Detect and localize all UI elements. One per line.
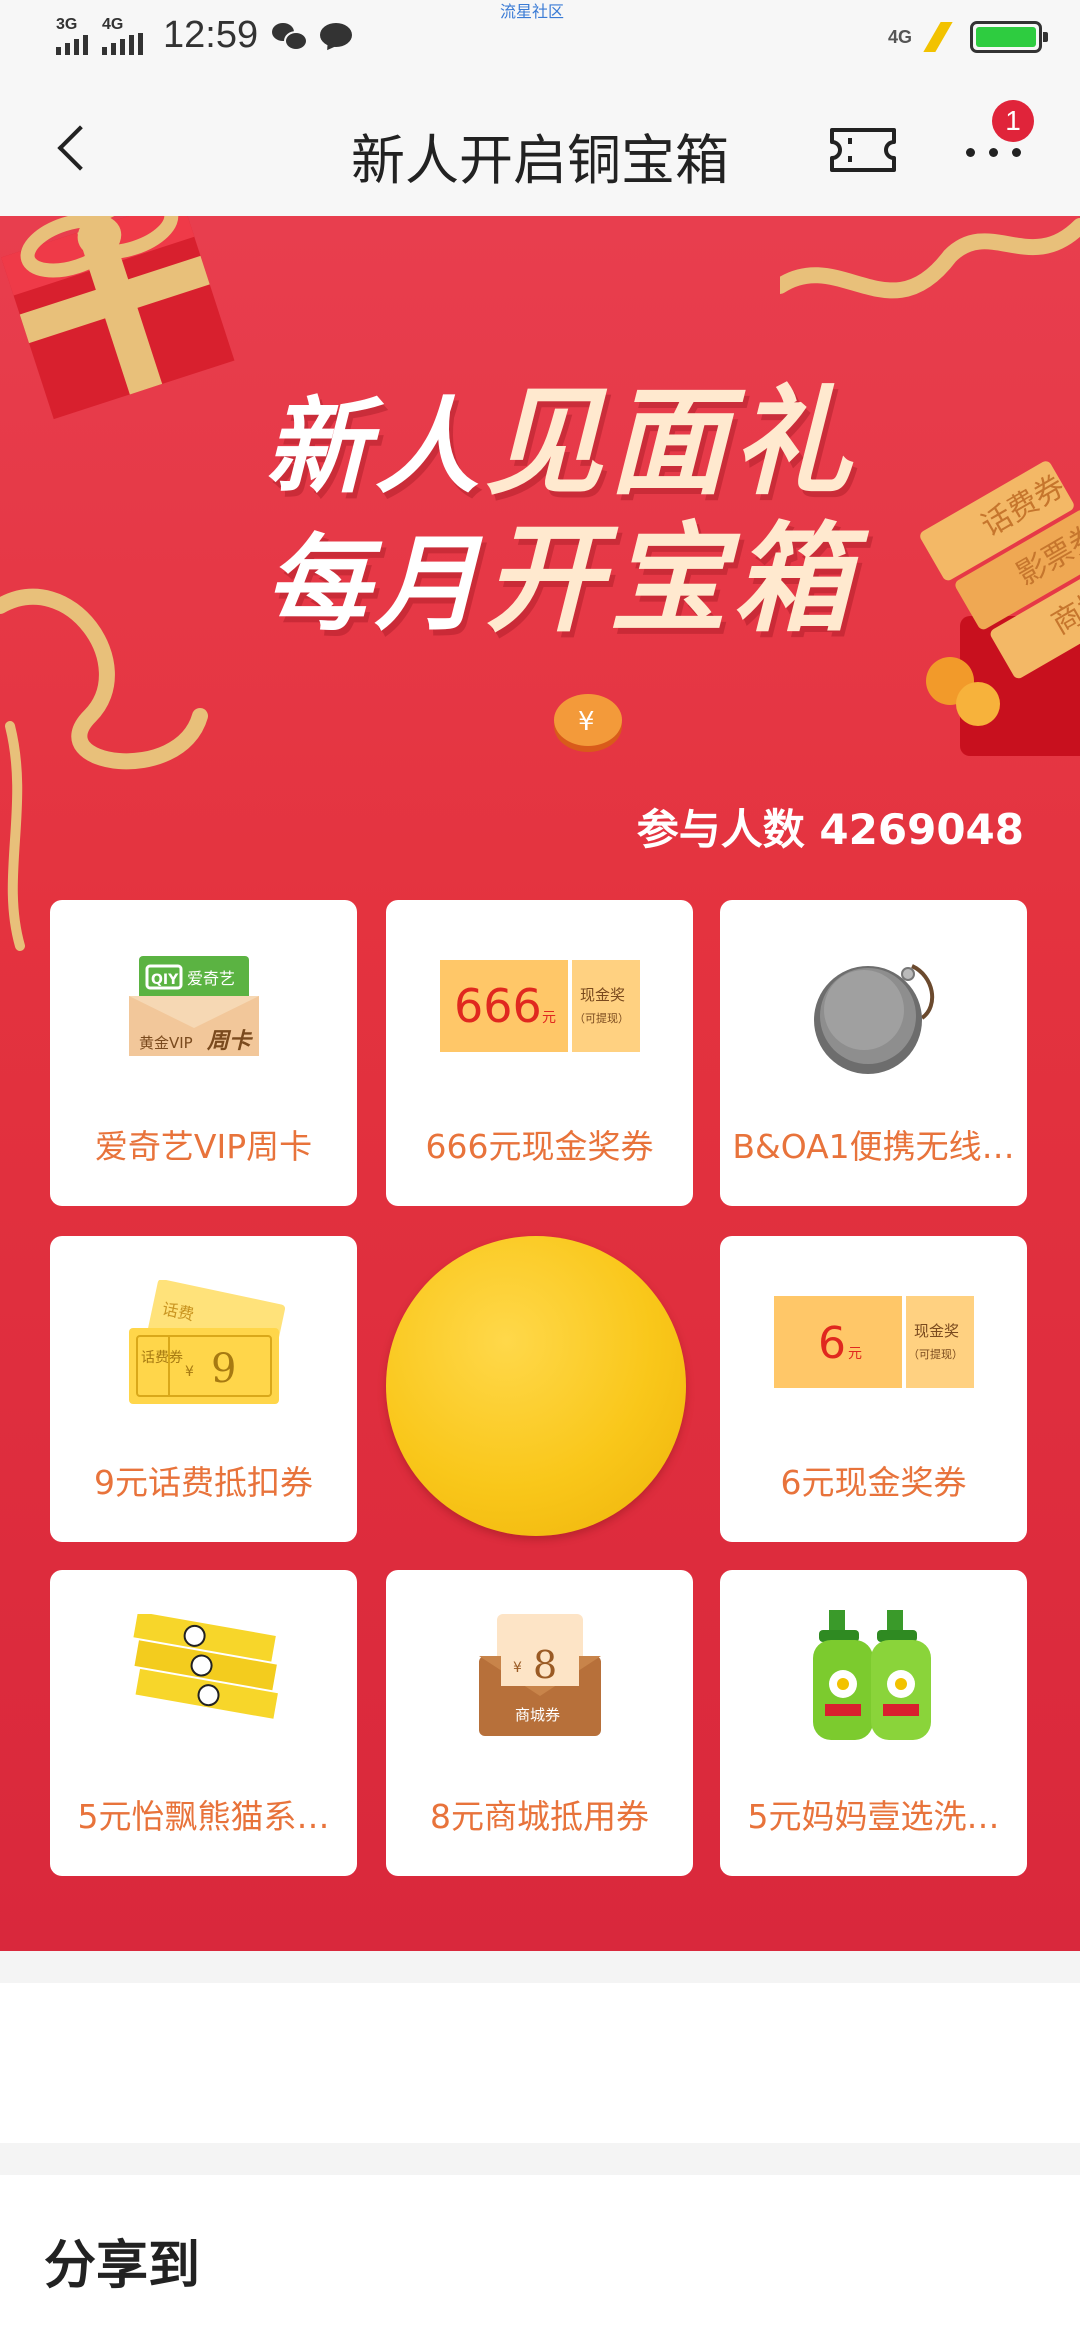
prize-label: 9元话费抵扣券: [94, 1463, 313, 1502]
headline-line-1: 新人见面礼: [265, 376, 865, 513]
prize-card-cash-666[interactable]: 666 元 现金奖 （可提现） 666元现金奖券: [386, 900, 693, 1206]
svg-text:元: 元: [542, 1010, 556, 1026]
status-center-text: 流星社区: [500, 2, 565, 21]
svg-text:现金奖: 现金奖: [580, 986, 625, 1004]
red-envelope-decoration: 话费券 影票券 商城券: [920, 461, 1080, 756]
signal-3g: 3G: [56, 15, 88, 55]
svg-text:话费券: 话费券: [141, 1350, 183, 1366]
svg-text:¥: ¥: [578, 707, 595, 737]
prize-grid: QIY 爱奇艺 黄金VIP 周卡 爱奇艺VIP周卡 666 元 现金奖 （可提现…: [50, 900, 1028, 1880]
more-button[interactable]: 1: [958, 100, 1038, 180]
battery-icon: [970, 21, 1048, 53]
prize-card-cash-6[interactable]: 6 元 现金奖 （可提现） 6元现金奖券: [720, 1236, 1027, 1542]
svg-text:¥: ¥: [513, 1660, 522, 1676]
headline-text: 新人: [265, 386, 486, 508]
message-icon: [320, 21, 354, 51]
prize-label: 爱奇艺VIP周卡: [94, 1127, 313, 1166]
headline: 新人见面礼 每月开宝箱: [265, 376, 865, 650]
prize-label: B&OA1便携无线…: [732, 1127, 1015, 1166]
svg-text:周卡: 周卡: [206, 1029, 253, 1054]
svg-text:爱奇艺: 爱奇艺: [187, 969, 235, 988]
svg-text:8: 8: [533, 1643, 557, 1687]
signal-bars-icon: [56, 33, 88, 55]
share-title: 分享到: [44, 2236, 201, 2296]
svg-text:¥: ¥: [185, 1364, 194, 1380]
svg-text:（可提现）: （可提现）: [574, 1012, 629, 1025]
headline-text: 开宝箱: [485, 510, 858, 648]
svg-text:现金奖: 现金奖: [914, 1322, 959, 1340]
network-4g-label: 4G: [887, 26, 912, 47]
svg-text:6: 6: [818, 1318, 846, 1369]
svg-text:666: 666: [454, 979, 542, 1033]
prize-label: 5元妈妈壹选洗…: [747, 1797, 1000, 1836]
charging-bolt-icon: [926, 20, 956, 54]
prize-card-mall-voucher[interactable]: ¥ 8 商城券 8元商城抵用券: [386, 1570, 693, 1876]
iqiyi-vip-card-icon: QIY 爱奇艺 黄金VIP 周卡: [128, 956, 259, 1056]
prize-label: 666元现金奖券: [425, 1127, 654, 1166]
participant-count: 参与人数 4269048: [636, 805, 1024, 854]
gift-box-decoration: [1, 216, 235, 420]
status-left: 3G 4G 12:59: [56, 14, 354, 57]
clock: 12:59: [163, 14, 259, 56]
headline-text: 每月: [265, 523, 486, 645]
svg-text:商城券: 商城券: [515, 1706, 560, 1724]
notification-badge: 1: [992, 100, 1034, 142]
signal-4g-label: 4G: [102, 15, 124, 33]
prize-card-hand-wash[interactable]: 5元妈妈壹选洗…: [720, 1570, 1027, 1876]
svg-text:元: 元: [848, 1346, 862, 1362]
tissue-pack-icon: [132, 1614, 278, 1719]
hero-banner: 话费券 影票券 商城券 ¥ 新人见面礼 每月开宝箱 参与人数 4269048 Q…: [0, 216, 1080, 1951]
battery-fill: [976, 27, 1036, 47]
page-title: 新人开启铜宝箱: [351, 129, 729, 192]
phone-bill-coupon-icon: 话费 话费券 ¥ 9: [128, 1280, 285, 1404]
ticket-icon: [830, 128, 896, 172]
bluetooth-speaker-icon: [813, 964, 934, 1074]
prize-label: 5元怡飘熊猫系…: [77, 1797, 330, 1836]
open-box-coin-button[interactable]: [386, 1236, 686, 1536]
coin-decoration: ¥: [554, 694, 622, 752]
prize-label: 8元商城抵用券: [430, 1797, 649, 1836]
prize-card-phone-bill[interactable]: 话费 话费券 ¥ 9 9元话费抵扣券: [50, 1236, 357, 1542]
headline-text: 见面礼: [485, 373, 858, 511]
cash-coupon-icon: 666 元 现金奖 （可提现）: [439, 960, 640, 1052]
prize-card-tissue[interactable]: 5元怡飘熊猫系…: [50, 1570, 357, 1876]
prize-card-iqiyi[interactable]: QIY 爱奇艺 黄金VIP 周卡 爱奇艺VIP周卡: [50, 900, 357, 1206]
nav-bar: 新人开启铜宝箱 1: [0, 80, 1080, 216]
signal-4g: 4G: [102, 15, 143, 55]
ribbon-decoration: [780, 218, 1080, 299]
svg-text:（可提现）: （可提现）: [908, 1348, 963, 1361]
status-right: 4G: [887, 20, 1048, 54]
prize-card-speaker[interactable]: B&OA1便携无线…: [720, 900, 1027, 1206]
hand-wash-bottle-icon: [812, 1610, 931, 1740]
prize-label: 6元现金奖券: [780, 1463, 967, 1502]
signal-3g-label: 3G: [56, 15, 78, 33]
cash-coupon-icon: 6 元 现金奖 （可提现）: [773, 1296, 974, 1388]
headline-line-2: 每月开宝箱: [265, 513, 865, 650]
mall-voucher-icon: ¥ 8 商城券: [478, 1614, 601, 1736]
share-section: 分享到: [0, 2175, 1080, 2340]
svg-text:黄金VIP: 黄金VIP: [139, 1034, 193, 1052]
wechat-icon: [272, 21, 309, 51]
content-area: [0, 1983, 1080, 2143]
signal-bars-icon: [102, 32, 143, 55]
ticket-button[interactable]: [828, 124, 898, 176]
svg-text:QIY: QIY: [151, 972, 179, 988]
svg-text:9: 9: [211, 1346, 236, 1392]
status-bar: 3G 4G 12:59 流星社区 4G: [0, 0, 1080, 80]
more-dots-icon: [966, 148, 1021, 157]
